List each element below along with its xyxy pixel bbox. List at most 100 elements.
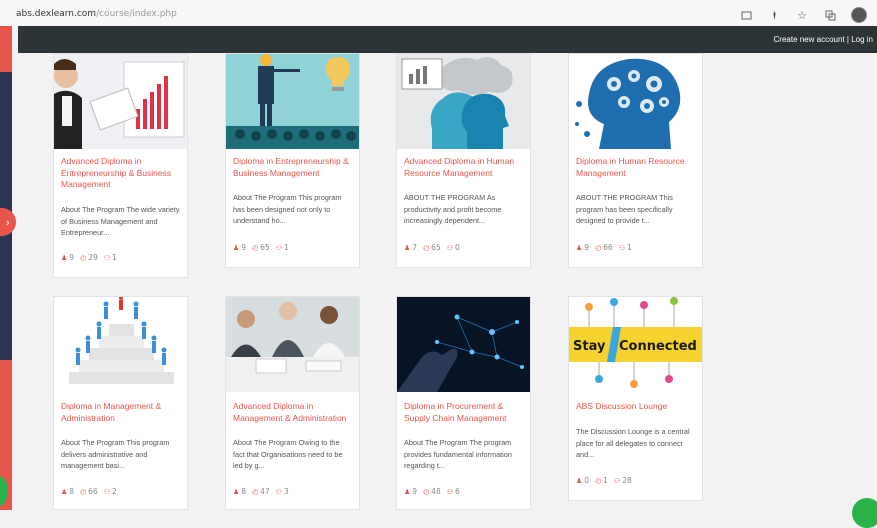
course-title[interactable]: Diploma in Management & Administration <box>61 401 183 424</box>
clock-icon: ◴ <box>252 243 259 252</box>
course-image[interactable] <box>569 54 702 149</box>
course-card[interactable]: Diploma in Human Resource Management ABO… <box>568 53 703 268</box>
learners-count: 0 <box>584 476 590 485</box>
clock-icon: ◴ <box>595 476 602 485</box>
learners-count: 9 <box>412 487 418 496</box>
course-image[interactable] <box>226 54 359 149</box>
groups-count: 6 <box>455 487 460 496</box>
course-description: The Discussion Lounge is a central place… <box>576 427 690 459</box>
create-account-link[interactable]: Create new account <box>774 35 845 44</box>
clock-icon: ◴ <box>252 487 259 496</box>
clock-icon: ◴ <box>595 243 602 252</box>
course-card[interactable]: Advanced Diploma in Entrepreneurship & B… <box>53 53 188 278</box>
course-stats: ♟ 9 ◴ 48 ⚇ 6 <box>404 487 460 496</box>
bookmark-star-icon[interactable]: ☆ <box>795 8 809 22</box>
course-image[interactable] <box>54 297 187 392</box>
group-icon: ⚇ <box>103 253 110 262</box>
auth-links: Create new account | Log in <box>774 35 874 44</box>
learners-icon: ♟ <box>404 243 411 252</box>
course-description: About The Program This program has been … <box>233 193 342 225</box>
profile-avatar[interactable] <box>851 7 867 23</box>
groups-count: 0 <box>455 243 460 252</box>
learners-icon: ♟ <box>576 476 583 485</box>
group-icon: ⚇ <box>613 476 621 485</box>
views-count: 47 <box>260 487 270 496</box>
clock-icon: ◴ <box>80 253 87 262</box>
course-title[interactable]: Advanced Diploma in Entrepreneurship & B… <box>61 156 183 191</box>
banner-connected: Connected <box>619 339 697 354</box>
group-icon: ⚇ <box>103 487 110 496</box>
chat-widget-button[interactable] <box>852 498 877 528</box>
course-card[interactable]: Diploma in Entrepreneurship & Business M… <box>225 53 360 268</box>
top-navbar: Create new account | Log in <box>18 26 877 53</box>
learners-icon: ♟ <box>233 487 240 496</box>
course-card[interactable]: Stay Connected ABS Discussion Lounge The… <box>568 296 703 501</box>
course-card[interactable]: Advanced Diploma in Human Resource Manag… <box>396 53 531 268</box>
course-stats: ♟ 9 ◴ 66 ⚇ 1 <box>576 243 632 252</box>
learners-count: 9 <box>69 253 75 262</box>
course-image[interactable] <box>226 297 359 392</box>
course-description: ABOUT THE PROGRAM This program has been … <box>576 193 673 225</box>
course-description: ABOUT THE PROGRAM As productivity and pr… <box>404 193 502 225</box>
groups-count: 1 <box>284 243 289 252</box>
group-icon: ⚇ <box>446 243 453 252</box>
course-description: About The Program This program delivers … <box>61 438 170 470</box>
course-title[interactable]: Diploma in Entrepreneurship & Business M… <box>233 156 355 179</box>
groups-count: 28 <box>622 476 632 485</box>
url-host: abs.dexlearn.com <box>16 9 97 19</box>
learners-count: 9 <box>241 243 247 252</box>
views-count: 65 <box>431 243 441 252</box>
course-title[interactable]: Advanced Diploma in Human Resource Manag… <box>404 156 526 179</box>
clock-icon: ◴ <box>423 243 430 252</box>
course-description: About The Program The program provides f… <box>404 438 512 470</box>
extension-icon[interactable] <box>767 8 781 22</box>
group-icon: ⚇ <box>275 243 282 252</box>
course-stats: ♟ 9 ◴ 29 ⚇ 1 <box>61 253 117 262</box>
groups-count: 3 <box>284 487 289 496</box>
learners-icon: ♟ <box>404 487 411 496</box>
views-count: 65 <box>260 243 270 252</box>
course-card[interactable]: Advanced Diploma in Management & Adminis… <box>225 296 360 510</box>
course-title[interactable]: Advanced Diploma in Management & Adminis… <box>233 401 355 424</box>
url-path: /course/index.php <box>96 9 177 19</box>
auth-separator: | <box>846 35 849 44</box>
learners-count: 9 <box>584 243 590 252</box>
course-stats: ♟ 8 ◴ 66 ⚇ 2 <box>61 487 117 496</box>
learners-count: 7 <box>412 243 418 252</box>
learners-icon: ♟ <box>61 487 68 496</box>
views-count: 66 <box>88 487 98 496</box>
tab-icon[interactable] <box>739 8 753 22</box>
course-title[interactable]: Diploma in Human Resource Management <box>576 156 698 179</box>
course-title[interactable]: ABS Discussion Lounge <box>576 401 698 413</box>
views-count: 1 <box>603 476 608 485</box>
group-icon: ⚇ <box>446 487 453 496</box>
course-stats: ♟ 9 ◴ 65 ⚇ 1 <box>233 243 289 252</box>
learners-icon: ♟ <box>233 243 240 252</box>
course-description: About The Program Owing to the fact that… <box>233 438 343 470</box>
course-image[interactable] <box>397 297 530 392</box>
course-card[interactable]: Diploma in Procurement & Supply Chain Ma… <box>396 296 531 510</box>
translate-icon[interactable] <box>823 8 837 22</box>
group-icon: ⚇ <box>275 487 282 496</box>
course-card[interactable]: Diploma in Management & Administration A… <box>53 296 188 510</box>
groups-count: 1 <box>112 253 117 262</box>
course-image[interactable] <box>54 54 187 149</box>
clock-icon: ◴ <box>80 487 87 496</box>
learners-count: 8 <box>241 487 247 496</box>
course-stats: ♟ 0 ◴ 1 ⚇ 28 <box>576 476 632 485</box>
groups-count: 2 <box>112 487 117 496</box>
login-link[interactable]: Log in <box>851 35 873 44</box>
learners-icon: ♟ <box>576 243 583 252</box>
views-count: 48 <box>431 487 441 496</box>
course-stats: ♟ 8 ◴ 47 ⚇ 3 <box>233 487 289 496</box>
clock-icon: ◴ <box>423 487 430 496</box>
sidebar-toggle-button[interactable]: › <box>0 208 16 236</box>
group-icon: ⚇ <box>618 243 625 252</box>
course-image[interactable] <box>397 54 530 149</box>
views-count: 29 <box>88 253 98 262</box>
banner-stay: Stay <box>573 339 606 354</box>
course-title[interactable]: Diploma in Procurement & Supply Chain Ma… <box>404 401 526 424</box>
course-image[interactable]: Stay Connected <box>569 297 702 392</box>
learners-count: 8 <box>69 487 75 496</box>
url-field[interactable]: abs.dexlearn.com/course/index.php <box>16 9 177 19</box>
